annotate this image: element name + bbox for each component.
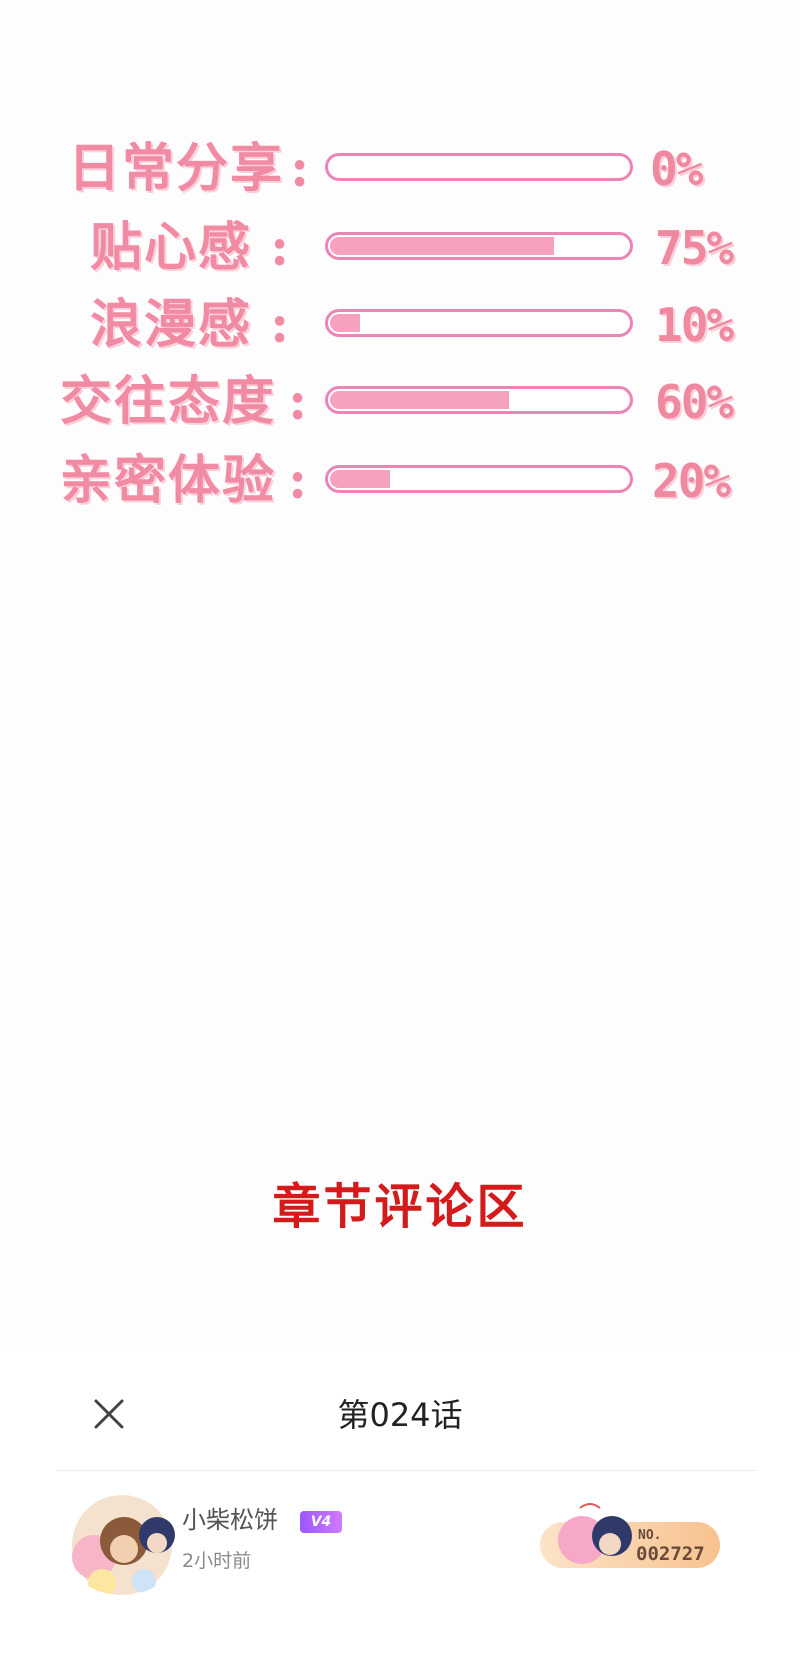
- stat-label: 贴心感: [90, 217, 253, 278]
- progress-bar: [325, 386, 633, 414]
- stat-colon: :: [288, 450, 308, 511]
- stat-colon: :: [290, 138, 310, 199]
- timestamp: 2小时前: [182, 1550, 252, 1572]
- fan-card-illustration: [540, 1503, 720, 1568]
- stat-colon: :: [270, 294, 290, 355]
- section-title: 章节评论区: [272, 1179, 528, 1235]
- stat-row-intimacy: 亲密体验 : 20%: [0, 445, 800, 515]
- avatar-illustration: [72, 1495, 175, 1595]
- stat-percent: 10%: [655, 298, 734, 352]
- progress-bar-fill: [330, 391, 509, 409]
- close-button[interactable]: [90, 1395, 128, 1433]
- username[interactable]: 小柴松饼: [182, 1502, 278, 1538]
- progress-bar: [325, 232, 633, 260]
- stat-label: 交往态度: [60, 371, 277, 432]
- progress-bar: [325, 153, 633, 181]
- progress-bar-fill: [330, 237, 554, 255]
- progress-bar-fill: [330, 314, 360, 332]
- fan-card-label: NO.: [638, 1528, 662, 1543]
- avatar[interactable]: [62, 1495, 182, 1595]
- level-badge: V4: [300, 1511, 342, 1533]
- stat-colon: :: [288, 371, 308, 432]
- progress-bar: [325, 309, 633, 337]
- stat-row-daily-sharing: 日常分享 : 0%: [0, 133, 800, 203]
- stat-label: 亲密体验: [60, 450, 277, 511]
- stat-percent: 20%: [652, 454, 731, 508]
- stat-row-attitude: 交往态度 : 60%: [0, 366, 800, 436]
- stat-percent: 0%: [650, 142, 703, 196]
- stat-row-romance: 浪漫感 : 10%: [0, 289, 800, 359]
- divider: [56, 1470, 756, 1471]
- stat-percent: 60%: [655, 375, 734, 429]
- progress-bar-fill: [330, 470, 390, 488]
- fan-card-number: 002727: [636, 1543, 705, 1565]
- close-icon: [94, 1399, 124, 1429]
- stats-panel: 日常分享 : 0% 贴心感 : 75% 浪漫感 : 10% 交往态度 : 60%…: [0, 0, 800, 560]
- stat-percent: 75%: [655, 221, 734, 275]
- chapter-title: 第024话: [337, 1396, 463, 1434]
- stat-label: 日常分享: [68, 138, 285, 199]
- fan-card[interactable]: [540, 1498, 720, 1580]
- stat-colon: :: [270, 217, 290, 278]
- stat-label: 浪漫感: [90, 294, 253, 355]
- progress-bar: [325, 465, 633, 493]
- stat-row-caring: 贴心感 : 75%: [0, 212, 800, 282]
